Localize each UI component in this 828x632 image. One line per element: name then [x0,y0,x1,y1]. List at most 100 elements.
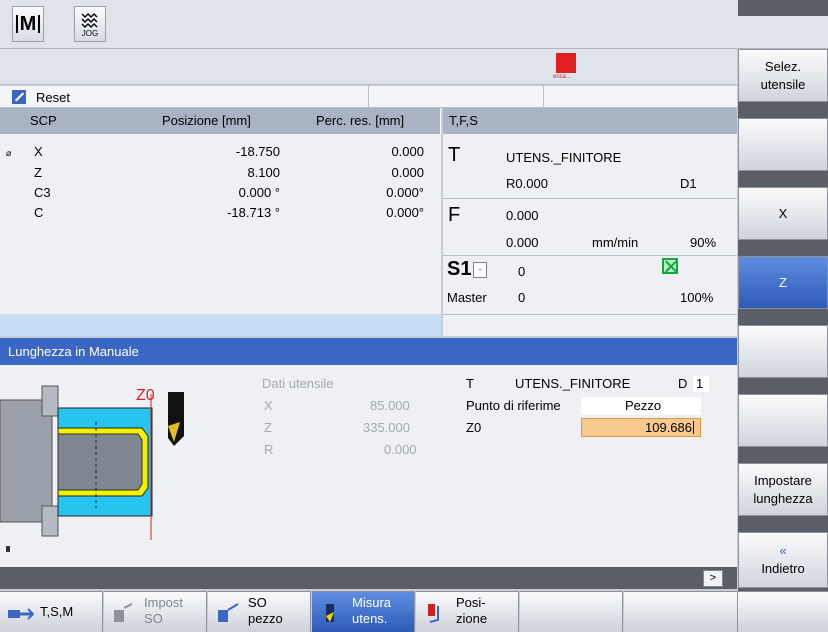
spindle-dropdown[interactable]: · [473,262,487,278]
axis-name: C3 [34,185,51,200]
softkey-gap [738,516,828,532]
softkey-gap [738,171,828,187]
tool-data-label: X [264,398,273,413]
info-line [0,567,737,589]
softkey-set-length[interactable]: Impostare lunghezza [738,463,828,516]
softkey-empty[interactable] [738,394,828,447]
feed-unit: mm/min [592,235,639,250]
position-row: Z 8.100 0.000 [0,165,441,185]
position-row: C3 0.000 ° 0.000° [0,185,441,205]
jog-wave-icon [81,12,98,28]
softkey-label: utensile [760,76,806,92]
spindle-letter: S1 [447,258,472,280]
master-label: Master [447,290,487,305]
axis-name: X [34,144,43,159]
set-wo-icon [114,603,133,622]
speed-override: 100% [680,290,714,305]
reference-label: Punto di riferime [466,398,561,413]
tool-label: T [466,376,474,391]
axis-distance-to-go: 0.000° [386,185,424,200]
softkey-select-tool[interactable]: Selez. utensile [738,49,828,102]
softkey-back[interactable]: « Indietro [738,532,828,588]
tool-data-value: 0.000 [384,442,417,457]
edge-field[interactable]: 1 [693,376,709,392]
softkey-label: Indietro [761,561,805,576]
softkey-label: pezzo [248,611,283,626]
softkey-label: Impostare [754,472,812,488]
softkey-label: lunghezza [753,490,813,506]
softkey-gap [738,447,828,463]
status-line [0,49,737,85]
softkey-measure-tool[interactable]: Misura utens. [312,591,415,632]
softkey-set-wo[interactable]: Impost SO [104,591,207,632]
tool-edge: D1 [680,176,697,191]
machine-area-icon[interactable]: M [12,6,44,42]
axis-distance-to-go: 0.000 [391,144,424,159]
softkey-x[interactable]: X [738,187,828,240]
dtg-column-header: Perc. res. [mm] [316,113,405,128]
softkey-label: SO [144,611,163,626]
axis-position: -18.750 [235,144,280,159]
divider [443,255,737,256]
softkey-label: X [778,205,788,221]
softkey-wo-part[interactable]: SO pezzo [208,591,311,632]
back-chevron-icon: « [779,543,787,558]
softkey-z[interactable]: Z [738,256,828,309]
edge-value: 1 [696,376,704,391]
tool-name: UTENS._FINITORE [506,150,622,165]
edge-label: D [678,376,688,391]
jog-mode-label: JOG [81,28,99,38]
tool-data-label: R [264,442,274,457]
axis-position: -18.713 ° [227,205,280,220]
tool-name-field[interactable]: UTENS._FINITORE [515,376,630,391]
tool-data-value: 335.000 [363,420,410,435]
position-column-header: Posizione [mm] [162,113,251,128]
channel-state-label: Reset [36,90,70,105]
axis-distance-to-go: 0.000 [391,165,424,180]
softkey-label: Impost [144,595,184,610]
spindle-speed: 0 [518,264,526,279]
master-value: 0 [518,290,526,305]
alarm-text: enca... [553,74,572,80]
lathe-measure-graphic [0,385,184,552]
more-button[interactable]: > [703,570,723,587]
divider [443,198,737,199]
softkey-empty[interactable] [520,591,623,632]
position-row: C -18.713 ° 0.000° [0,205,441,225]
tool-radius: R0.000 [506,176,548,191]
softkey-label: zione [456,611,488,626]
jog-mode-icon[interactable]: JOG [74,6,106,42]
axis-position: 8.100 [247,165,280,180]
wo-part-icon [218,603,239,622]
softkey-gap [738,0,828,16]
softkey-label: utens. [352,611,388,626]
softkey-label: Z [779,274,787,290]
alarm-flag-icon[interactable] [556,53,576,73]
feed-value: 0.000 [506,208,539,223]
softkey-empty[interactable] [624,591,738,632]
reset-state-icon [12,90,26,104]
tool-data-label: Z [264,420,272,435]
softkey-tsm[interactable]: T,S,M [0,591,103,632]
divider [368,86,369,108]
diameter-icon: ⌀ [6,148,12,158]
axis-column-header: SCP [30,113,57,128]
reference-select[interactable]: Pezzo [581,397,701,415]
tool-data-title: Dati utensile [262,376,334,391]
z0-marker: Z0 [136,387,155,404]
softkey-position[interactable]: Posi- zione [416,591,519,632]
softkey-empty[interactable] [738,591,828,632]
z0-input[interactable]: 109.686 [581,418,701,437]
softkey-label: SO [248,595,267,610]
axis-distance-to-go: 0.000° [386,205,424,220]
softkey-label: Posi- [456,595,486,610]
tool-letter: T [448,144,461,166]
softkey-empty[interactable] [738,325,828,378]
tfs-footer [443,314,737,336]
tfs-header [443,108,737,134]
softkey-empty[interactable] [738,118,828,171]
measure-tool-icon [326,604,334,622]
softkey-label: T,S,M [40,604,74,619]
axis-position: 0.000 ° [238,185,280,200]
position-icon [428,604,439,623]
